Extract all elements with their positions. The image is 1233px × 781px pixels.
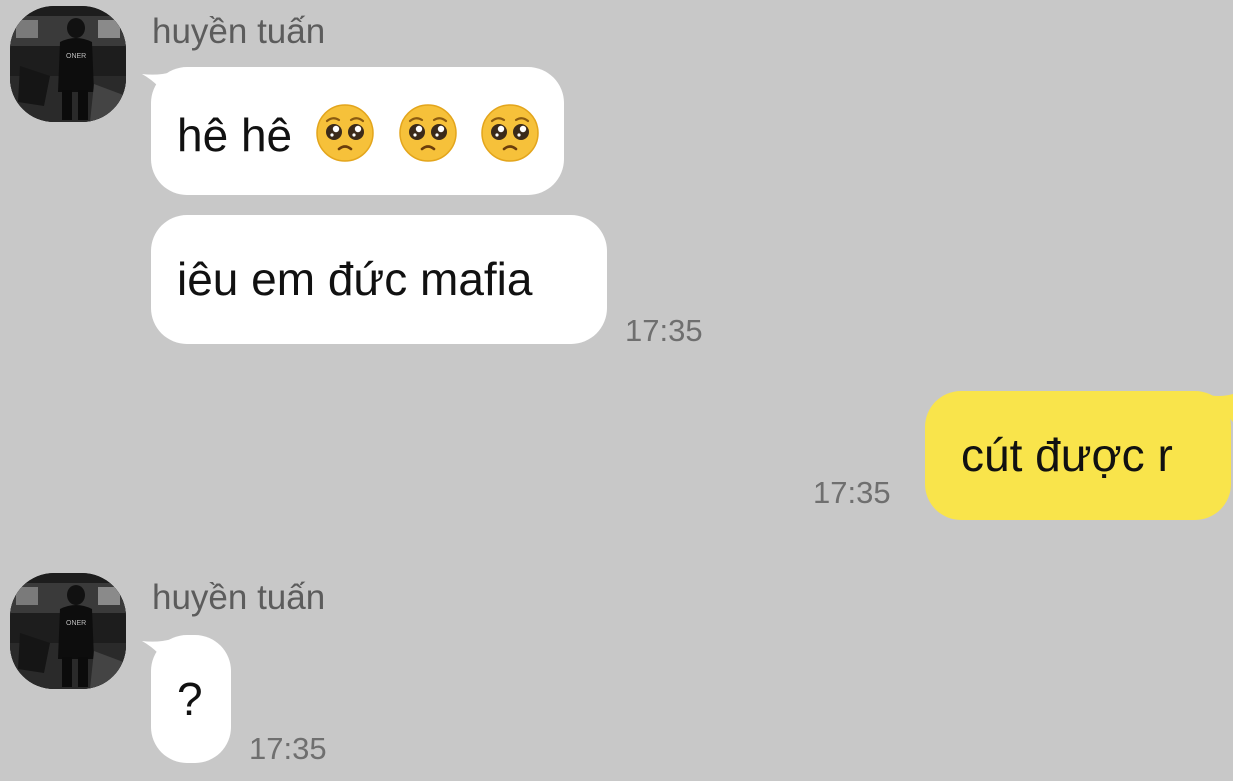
message-timestamp: 17:35 [625, 313, 703, 348]
chat-thread: ONER huyền tuấn hê hê iêu em đức mafia 1… [0, 0, 1233, 781]
message-text: ? [177, 673, 203, 725]
bubble-tail [1203, 394, 1233, 422]
message-timestamp: 17:35 [249, 731, 327, 766]
message-bubble[interactable]: iêu em đức mafia [151, 215, 607, 344]
message-text: cút được r [961, 429, 1173, 481]
message-row: hê hê [177, 103, 540, 163]
message-timestamp: 17:35 [813, 475, 891, 510]
sender-name: huyền tuấn [152, 12, 326, 51]
pleading-face-icon [480, 103, 540, 163]
message-bubble[interactable]: hê hê [151, 67, 564, 195]
pleading-face-icon [315, 103, 375, 163]
sender-avatar-icon[interactable]: ONER [10, 573, 126, 689]
sender-avatar-icon[interactable]: ONER [10, 6, 126, 122]
sender-name: huyền tuấn [152, 578, 326, 617]
pleading-face-icon [398, 103, 458, 163]
svg-text:ONER: ONER [66, 53, 86, 60]
bubble-tail [142, 72, 174, 106]
bubble-tail [142, 639, 174, 673]
svg-text:ONER: ONER [66, 620, 86, 627]
message-text: hê hê [177, 109, 293, 161]
message-bubble[interactable]: cút được r [925, 391, 1231, 520]
message-text: iêu em đức mafia [177, 253, 533, 305]
